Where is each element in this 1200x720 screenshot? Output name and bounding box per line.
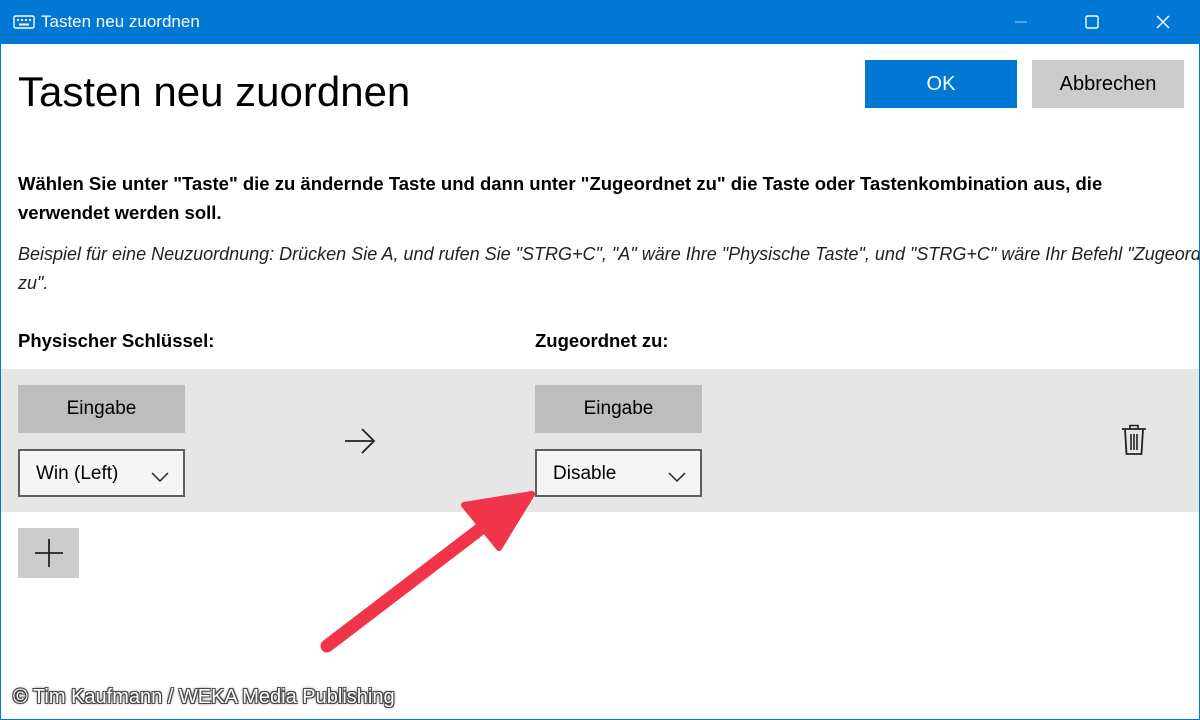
example-text: Beispiel für eine Neuzuordnung: Drücken … [18, 244, 1200, 293]
mapped-key-value: Disable [553, 463, 617, 484]
remap-keys-window: Tasten neu zuordnen Tasten neu zuordnen … [0, 0, 1200, 720]
instruction-text: Wählen Sie unter "Taste" die zu ändernde… [18, 173, 1103, 223]
ok-button[interactable]: OK [865, 60, 1017, 108]
physical-key-label: Physischer Schlüssel: [18, 330, 215, 351]
cancel-button[interactable]: Abbrechen [1032, 60, 1184, 108]
arrow-right-icon [343, 427, 377, 460]
trash-icon[interactable] [1121, 424, 1147, 461]
plus-icon [34, 539, 63, 567]
close-icon [1156, 15, 1170, 29]
physical-key-dropdown[interactable]: Win (Left) [18, 449, 185, 497]
chevron-down-icon [668, 467, 686, 489]
mapped-to-label: Zugeordnet zu: [535, 330, 669, 351]
maximize-icon [1085, 15, 1099, 29]
chevron-down-icon [151, 467, 169, 489]
minimize-button[interactable] [986, 0, 1056, 44]
maximize-button[interactable] [1057, 0, 1127, 44]
photo-credit: © Tim Kaufmann / WEKA Media Publishing [13, 686, 395, 708]
mapping-row: Eingabe Win (Left) Eingabe Disable [1, 369, 1199, 512]
add-mapping-button[interactable] [18, 528, 79, 578]
window-title: Tasten neu zuordnen [41, 12, 200, 31]
keyboard-icon [13, 14, 35, 30]
close-button[interactable] [1128, 0, 1198, 44]
physical-key-value: Win (Left) [36, 463, 119, 484]
minimize-icon [1015, 21, 1027, 23]
mapped-key-dropdown[interactable]: Disable [535, 449, 702, 497]
physical-type-button[interactable]: Eingabe [18, 385, 185, 433]
title-bar[interactable]: Tasten neu zuordnen [1, 0, 1199, 44]
mapped-type-button[interactable]: Eingabe [535, 385, 702, 433]
page-title: Tasten neu zuordnen [18, 68, 411, 115]
